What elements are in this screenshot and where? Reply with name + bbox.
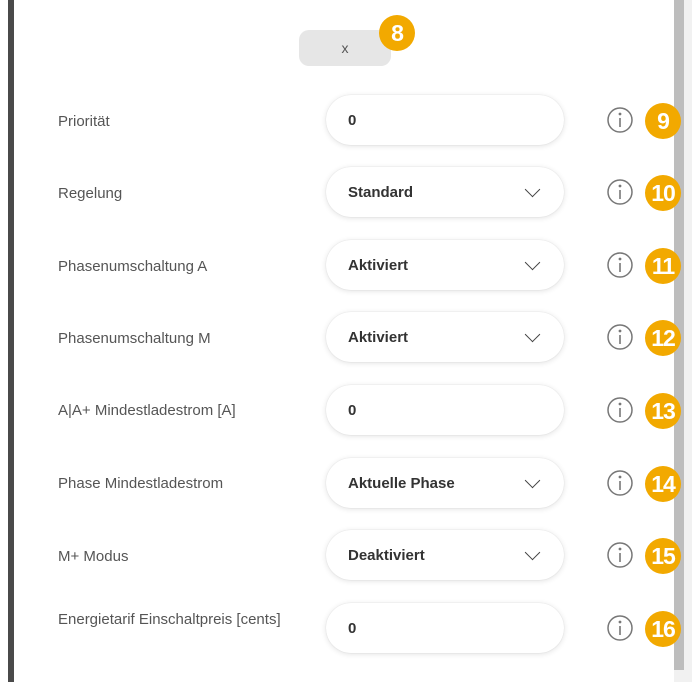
phasenumschaltung-m-value: Aktiviert <box>348 328 409 346</box>
step-badge-14: 14 <box>645 466 681 502</box>
close-button[interactable]: x <box>299 30 391 66</box>
phase-mindestladestrom-value: Aktuelle Phase <box>348 474 455 492</box>
regelung-value: Standard <box>348 183 414 201</box>
label-prioritaet: Priorität <box>58 113 110 130</box>
chevron-down-icon <box>524 472 541 488</box>
m-plus-modus-select[interactable]: Deaktiviert <box>326 530 564 580</box>
step-badge-9: 9 <box>645 103 681 139</box>
step-badge-11: 11 <box>645 248 681 284</box>
label-phasenumschaltung-m: Phasenumschaltung M <box>58 330 211 347</box>
info-icon[interactable] <box>605 468 635 498</box>
label-phasenumschaltung-a: Phasenumschaltung A <box>58 258 208 275</box>
left-edge-bar <box>8 0 14 682</box>
step-badge-15: 15 <box>645 538 681 574</box>
label-phase-mindestladestrom: Phase Mindestladestrom <box>58 475 224 492</box>
close-button-label: x <box>341 40 349 56</box>
chevron-down-icon <box>524 544 541 560</box>
phasenumschaltung-a-select[interactable]: Aktiviert <box>326 240 564 290</box>
step-badge-13: 13 <box>645 393 681 429</box>
step-badge-close: 8 <box>379 15 415 51</box>
chevron-down-icon <box>524 181 541 197</box>
step-badge-16: 16 <box>645 611 681 647</box>
info-icon[interactable] <box>605 613 635 643</box>
step-badge-12: 12 <box>645 320 681 356</box>
info-icon[interactable] <box>605 395 635 425</box>
mindestladestrom-value: 0 <box>348 401 357 419</box>
m-plus-modus-value: Deaktiviert <box>348 546 425 564</box>
mindestladestrom-input[interactable]: 0 <box>326 385 564 435</box>
info-icon[interactable] <box>605 250 635 280</box>
info-icon[interactable] <box>605 322 635 352</box>
phase-mindestladestrom-select[interactable]: Aktuelle Phase <box>326 458 564 508</box>
prioritaet-input[interactable]: 0 <box>326 95 564 145</box>
label-regelung: Regelung <box>58 185 123 202</box>
energietarif-input[interactable]: 0 <box>326 603 564 653</box>
prioritaet-value: 0 <box>348 111 357 129</box>
info-icon[interactable] <box>605 177 635 207</box>
step-badge-10: 10 <box>645 175 681 211</box>
label-mindestladestrom: A|A+ Mindestladestrom [A] <box>58 402 236 419</box>
label-energietarif: Energietarif Einschaltpreis [cents] <box>58 611 281 628</box>
label-m-plus-modus: M+ Modus <box>58 548 129 565</box>
phasenumschaltung-m-select[interactable]: Aktiviert <box>326 312 564 362</box>
info-icon[interactable] <box>605 540 635 570</box>
energietarif-value: 0 <box>348 619 357 637</box>
info-icon[interactable] <box>605 105 635 135</box>
regelung-select[interactable]: Standard <box>326 167 564 217</box>
chevron-down-icon <box>524 254 541 270</box>
phasenumschaltung-a-value: Aktiviert <box>348 256 409 274</box>
chevron-down-icon <box>524 326 541 342</box>
